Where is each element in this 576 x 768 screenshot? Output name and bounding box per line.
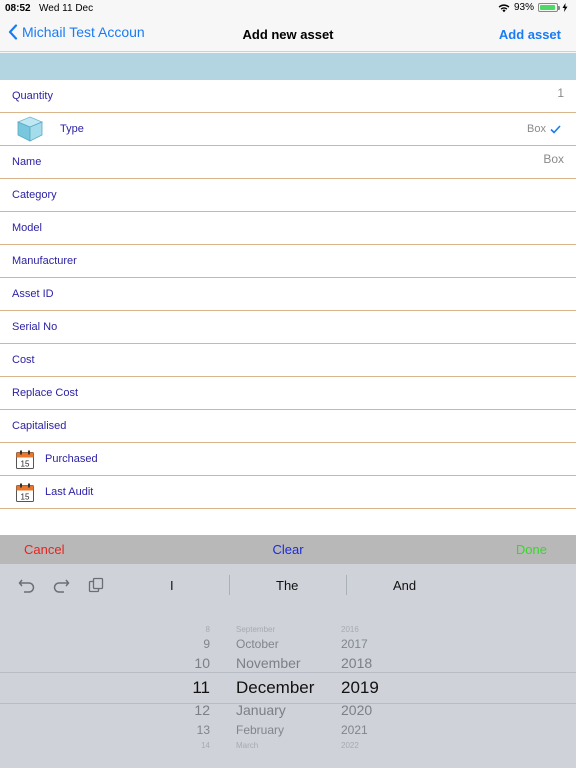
calendar-icon: 15 [16,483,34,502]
replace-cost-row[interactable]: Replace Cost [0,377,576,410]
picker-year-option[interactable]: 2022 [341,741,359,750]
svg-text:15: 15 [21,459,30,468]
picker-year-option[interactable]: 2019 [341,678,379,698]
done-button[interactable]: Done [516,542,547,557]
asset-id-row[interactable]: Asset ID [0,278,576,311]
purchased-row[interactable]: 15 Purchased [0,443,576,476]
paste-icon[interactable] [88,577,104,593]
serial-no-label: Serial No [12,321,58,333]
status-right: 93% [498,2,568,13]
picker-year-option[interactable]: 2017 [341,637,368,651]
svg-text:15: 15 [21,492,30,501]
picker-day-option[interactable]: 12 [194,702,210,718]
picker-month-option[interactable]: October [236,637,279,651]
wifi-icon [498,3,510,12]
battery-percent: 93% [513,2,534,13]
picker-day-option[interactable]: 8 [206,625,210,634]
navigation-bar: Michail Test Accoun Add new asset Add as… [0,18,576,52]
picker-day-option[interactable]: 9 [203,637,210,651]
picker-month-option[interactable]: November [236,655,301,671]
suggestion-bar: I The And [0,564,576,608]
capitalised-row[interactable]: Capitalised [0,410,576,443]
name-value[interactable]: Box [543,152,564,166]
page-title: Add new asset [242,27,334,42]
picker-day-option[interactable]: 10 [194,655,210,671]
calendar-icon: 15 [16,450,34,469]
cost-row[interactable]: Cost [0,344,576,377]
last-audit-row[interactable]: 15 Last Audit [0,476,576,509]
picker-year-option[interactable]: 2018 [341,655,372,671]
quantity-value[interactable]: 1 [557,86,564,100]
quantity-label: Quantity [12,90,53,102]
undo-icon[interactable] [18,577,36,593]
picker-year-option[interactable]: 2016 [341,625,359,634]
asset-id-label: Asset ID [12,288,54,300]
redo-icon[interactable] [52,577,70,593]
manufacturer-row[interactable]: Manufacturer [0,245,576,278]
model-label: Model [12,222,42,234]
picker-month-option[interactable]: December [236,678,314,698]
suggestion-2[interactable]: The [276,578,298,593]
picker-day-option[interactable]: 14 [201,741,210,750]
model-row[interactable]: Model [0,212,576,245]
purchased-label: Purchased [45,453,98,465]
battery-icon [538,3,560,12]
suggestion-divider [346,575,347,595]
section-header-band [0,53,576,80]
serial-no-row[interactable]: Serial No [0,311,576,344]
last-audit-label: Last Audit [45,486,94,498]
keyboard-area: I The And 8 9 10 11 12 13 14 September October No… [0,564,576,768]
picker-month-option[interactable]: February [236,723,284,737]
picker-day-option[interactable]: 11 [192,678,210,698]
manufacturer-label: Manufacturer [12,255,77,267]
type-row[interactable]: Type Box [0,113,576,146]
picker-day-option[interactable]: 13 [197,723,210,737]
status-time: 08:52 [5,3,31,14]
replace-cost-label: Replace Cost [12,387,79,399]
checkmark-icon [550,124,561,134]
asset-form: Quantity 1 Type Box Name Box Category Mo… [0,80,576,535]
picker-month-option[interactable]: September [236,625,275,634]
status-date: Wed 11 Dec [39,3,94,14]
add-asset-button[interactable]: Add asset [499,27,561,42]
picker-year-option[interactable]: 2021 [341,723,368,737]
date-picker[interactable]: 8 9 10 11 12 13 14 September October November Dece… [0,620,576,768]
name-row[interactable]: Name Box [0,146,576,179]
picker-toolbar: Cancel Clear Done [0,535,576,564]
battery-fill [540,5,555,10]
picker-month-option[interactable]: January [236,702,286,718]
box-icon [16,116,44,142]
name-label: Name [12,156,42,168]
status-bar: 08:52 Wed 11 Dec 93% [0,0,576,18]
type-label: Type [60,123,84,135]
quantity-row[interactable]: Quantity 1 [0,80,576,113]
clear-button[interactable]: Clear [0,542,576,557]
picker-month-option[interactable]: March [236,741,258,750]
cost-label: Cost [12,354,35,366]
picker-year-option[interactable]: 2020 [341,702,372,718]
suggestion-divider [229,575,230,595]
category-row[interactable]: Category [0,179,576,212]
suggestion-3[interactable]: And [393,578,416,593]
category-label: Category [12,189,57,201]
capitalised-label: Capitalised [12,420,67,432]
suggestion-1[interactable]: I [170,578,174,593]
charging-bolt-icon [562,3,568,12]
type-value: Box [527,123,546,135]
